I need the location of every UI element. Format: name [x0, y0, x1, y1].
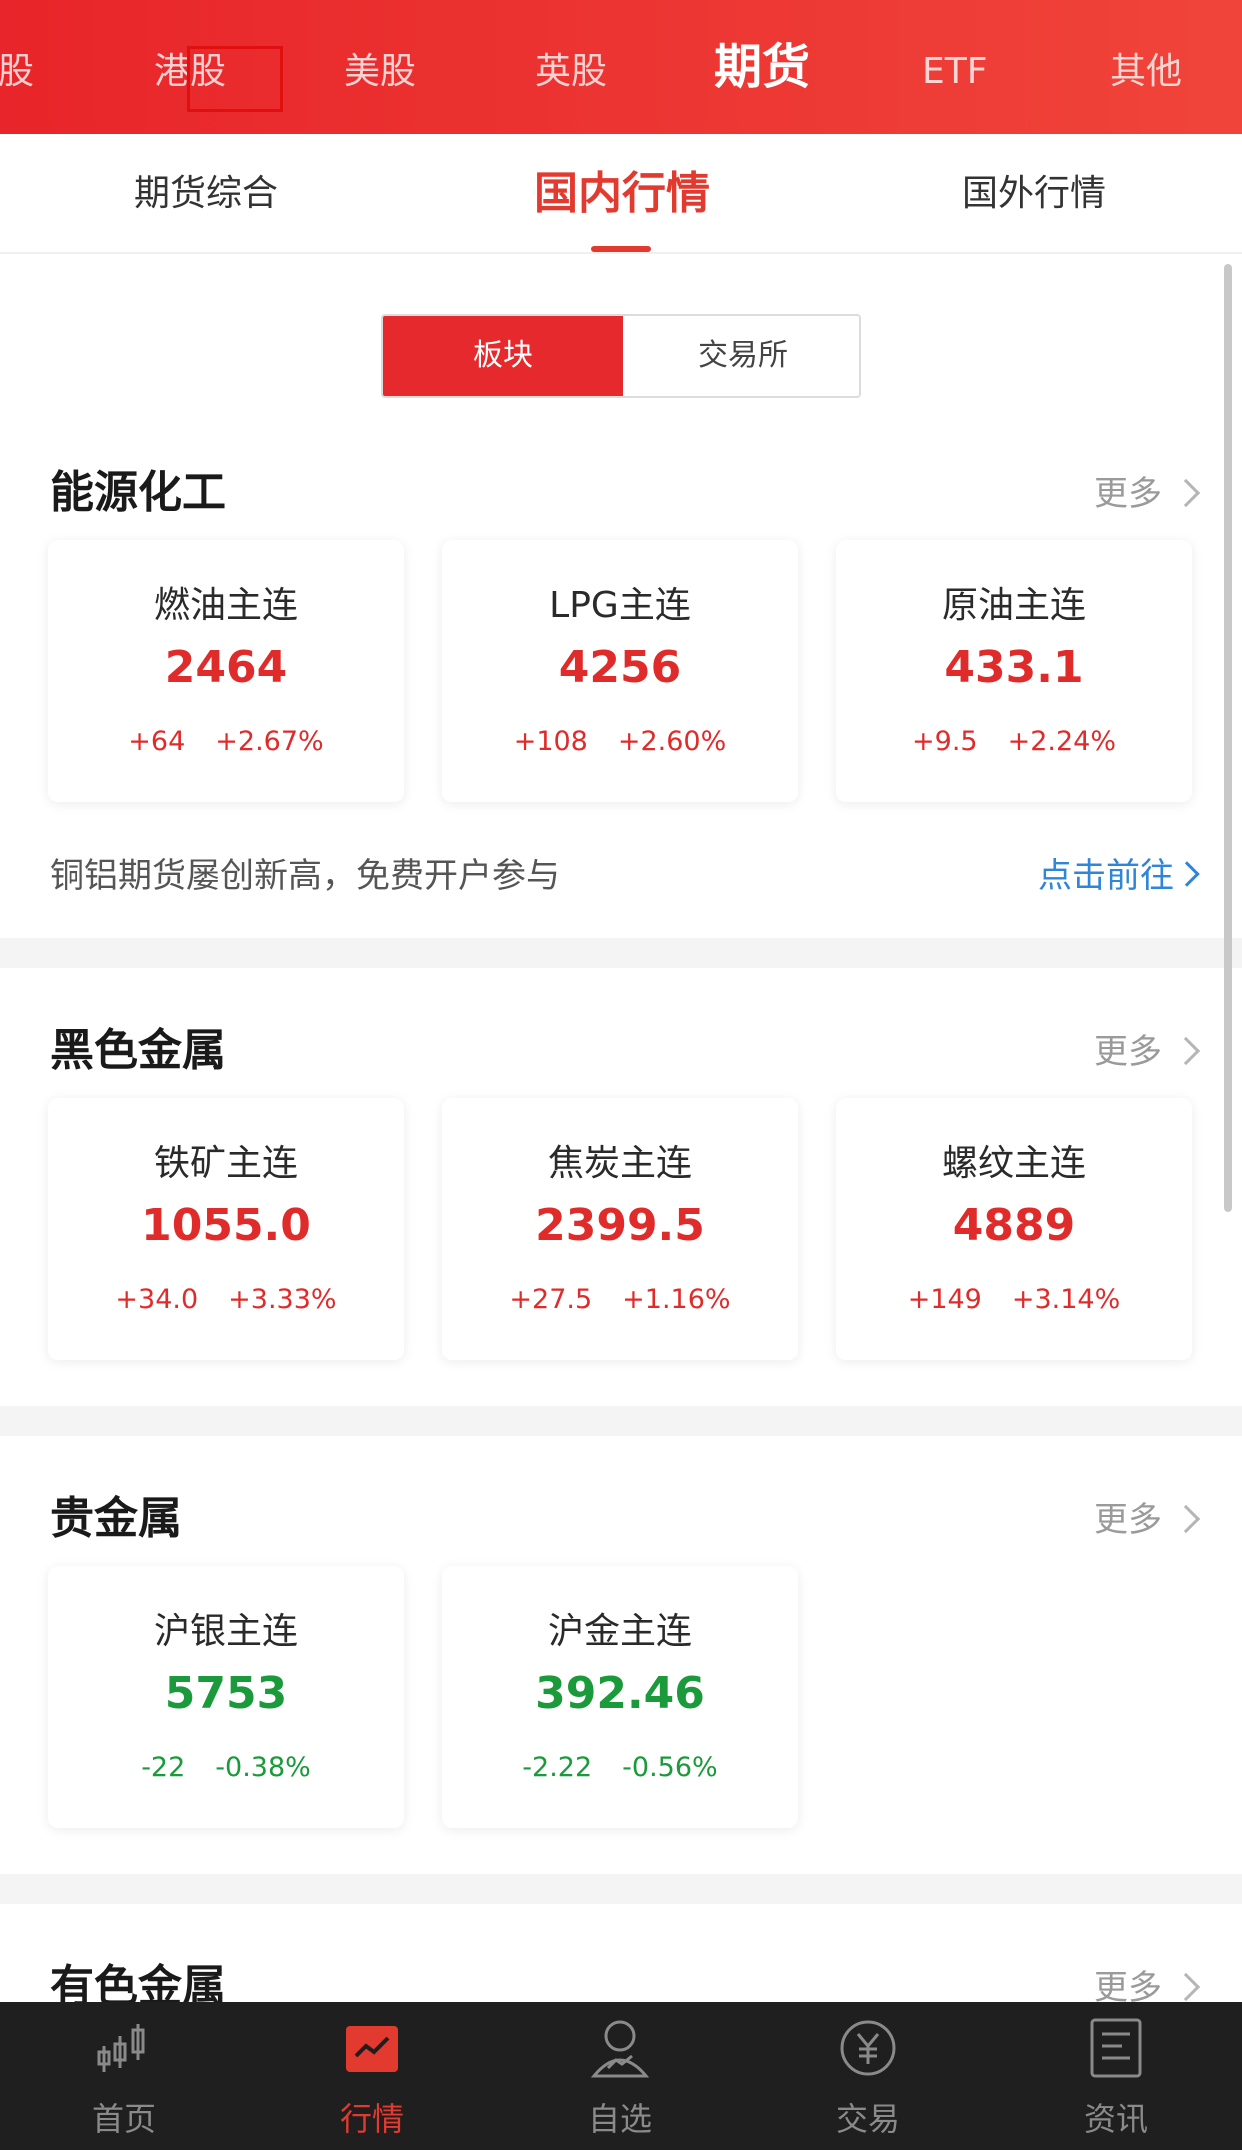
news-document-icon [1090, 2018, 1142, 2078]
contract-name: 沪金主连 [547, 1611, 692, 1652]
price-change-pct: +2.60% [617, 726, 727, 757]
price-change: +64 [128, 726, 186, 757]
contract-name: LPG主连 [549, 585, 691, 626]
contract-name: 铁矿主连 [153, 1143, 298, 1184]
promo-text: 铜铝期货屡创新高，免费开户参与 [50, 856, 560, 896]
quote-card[interactable]: 原油主连 433.1 +9.5 +2.24% [836, 540, 1192, 802]
price-change: +9.5 [912, 726, 978, 757]
nav-label: 自选 [587, 2100, 652, 2138]
nav-trade[interactable]: 交易 [744, 2002, 992, 2150]
more-label: 更多 [1094, 1500, 1162, 1540]
nav-label: 交易 [835, 2100, 900, 2138]
tab-other[interactable]: 其他 [1110, 0, 1182, 134]
subtab-domestic-quotes[interactable]: 国内行情 [516, 134, 728, 254]
chevron-right-icon [1174, 861, 1200, 887]
contract-price: 2399.5 [535, 1200, 705, 1251]
price-change-pct: +2.24% [1007, 726, 1116, 757]
tab-etf[interactable]: ETF [922, 0, 987, 134]
quote-card[interactable]: 燃油主连 2464 +64 +2.67% [48, 540, 404, 802]
tab-futures[interactable]: 期货 [714, 0, 810, 134]
bottom-navigation: 首页 行情 自选 交易 资讯 [0, 2002, 1242, 2150]
quote-card[interactable]: LPG主连 4256 +108 +2.60% [442, 540, 798, 802]
yuan-coin-icon [840, 2020, 896, 2076]
more-label: 更多 [1094, 474, 1162, 514]
section-title-energy-chemical: 能源化工 [50, 467, 226, 518]
scrollbar[interactable] [1224, 264, 1232, 1212]
futures-sub-tabs: 期货综合 国内行情 国外行情 [0, 134, 1242, 254]
chevron-right-icon [1171, 1504, 1201, 1533]
more-link-ferrous[interactable]: 更多 [1094, 1024, 1201, 1073]
nav-home[interactable]: 首页 [0, 2002, 248, 2150]
tab-partial-stock[interactable]: 股 [0, 0, 34, 134]
nav-label: 资讯 [1083, 2100, 1148, 2138]
contract-price: 433.1 [944, 642, 1084, 693]
contract-name: 螺纹主连 [941, 1143, 1086, 1184]
market-tab-bar: 股 港股 美股 英股 期货 ETF 其他 [0, 0, 1242, 134]
nav-news[interactable]: 资讯 [992, 2002, 1240, 2150]
more-link-precious[interactable]: 更多 [1094, 1492, 1201, 1541]
market-chart-icon [346, 2026, 398, 2072]
contract-price: 2464 [164, 642, 288, 693]
contract-name: 焦炭主连 [547, 1143, 692, 1184]
segment-exchange-button[interactable]: 交易所 [623, 316, 859, 396]
price-change: +34.0 [115, 1284, 199, 1315]
contract-name: 燃油主连 [153, 585, 298, 626]
tab-uk-stocks[interactable]: 英股 [535, 0, 607, 134]
quote-card[interactable]: 铁矿主连 1055.0 +34.0 +3.33% [48, 1098, 404, 1360]
contract-price: 1055.0 [141, 1200, 311, 1251]
price-change: +149 [907, 1284, 982, 1315]
price-change-pct: -0.56% [622, 1752, 718, 1783]
tab-us-stocks[interactable]: 美股 [344, 0, 416, 134]
view-segment-control: 板块 交易所 [381, 314, 861, 398]
price-change-pct: -0.38% [215, 1752, 311, 1783]
active-tab-indicator [591, 246, 651, 252]
promo-banner: 铜铝期货屡创新高，免费开户参与 点击前往 [50, 848, 1200, 898]
more-label: 更多 [1094, 1032, 1162, 1072]
contract-price: 4889 [952, 1200, 1076, 1251]
price-change-pct: +2.67% [215, 726, 324, 757]
quote-card[interactable]: 焦炭主连 2399.5 +27.5 +1.16% [442, 1098, 798, 1360]
price-change-pct: +1.16% [622, 1284, 731, 1315]
candlestick-icon [97, 2024, 145, 2072]
nav-label: 首页 [91, 2100, 156, 2138]
nav-watchlist[interactable]: 自选 [496, 2002, 744, 2150]
watchlist-user-icon [590, 2020, 650, 2078]
chevron-right-icon [1171, 478, 1201, 507]
nav-market[interactable]: 行情 [248, 2002, 496, 2150]
chevron-right-icon [1171, 1036, 1201, 1065]
price-change-pct: +3.33% [228, 1284, 337, 1315]
price-change-pct: +3.14% [1011, 1284, 1121, 1315]
price-change: +108 [513, 726, 588, 757]
subtab-foreign-quotes[interactable]: 国外行情 [928, 134, 1140, 254]
quote-card[interactable]: 螺纹主连 4889 +149 +3.14% [836, 1098, 1192, 1360]
contract-price: 4256 [558, 642, 682, 693]
section-title-ferrous-metals: 黑色金属 [50, 1025, 226, 1076]
section-divider [0, 1874, 1242, 1904]
quote-card[interactable]: 沪银主连 5753 -22 -0.38% [48, 1566, 404, 1828]
contract-price: 5753 [164, 1668, 288, 1719]
contract-name: 原油主连 [941, 585, 1086, 626]
price-change: -22 [141, 1752, 186, 1783]
promo-link[interactable]: 点击前往 [1038, 848, 1200, 897]
promo-link-label: 点击前往 [1038, 856, 1174, 896]
section-divider [0, 1406, 1242, 1436]
quote-card[interactable]: 沪金主连 392.46 -2.22 -0.56% [442, 1566, 798, 1828]
section-title-precious-metals: 贵金属 [50, 1493, 182, 1544]
section-divider [0, 938, 1242, 968]
nav-label: 行情 [339, 2100, 404, 2138]
chevron-right-icon [1171, 1972, 1201, 2001]
segment-sector-button[interactable]: 板块 [383, 316, 623, 396]
price-change: -2.22 [522, 1752, 593, 1783]
selection-highlight-box [187, 46, 283, 112]
contract-price: 392.46 [535, 1668, 705, 1719]
contract-name: 沪银主连 [153, 1611, 298, 1652]
price-change: +27.5 [509, 1284, 593, 1315]
subtab-futures-overview[interactable]: 期货综合 [100, 134, 312, 254]
more-link-energy[interactable]: 更多 [1094, 466, 1201, 515]
